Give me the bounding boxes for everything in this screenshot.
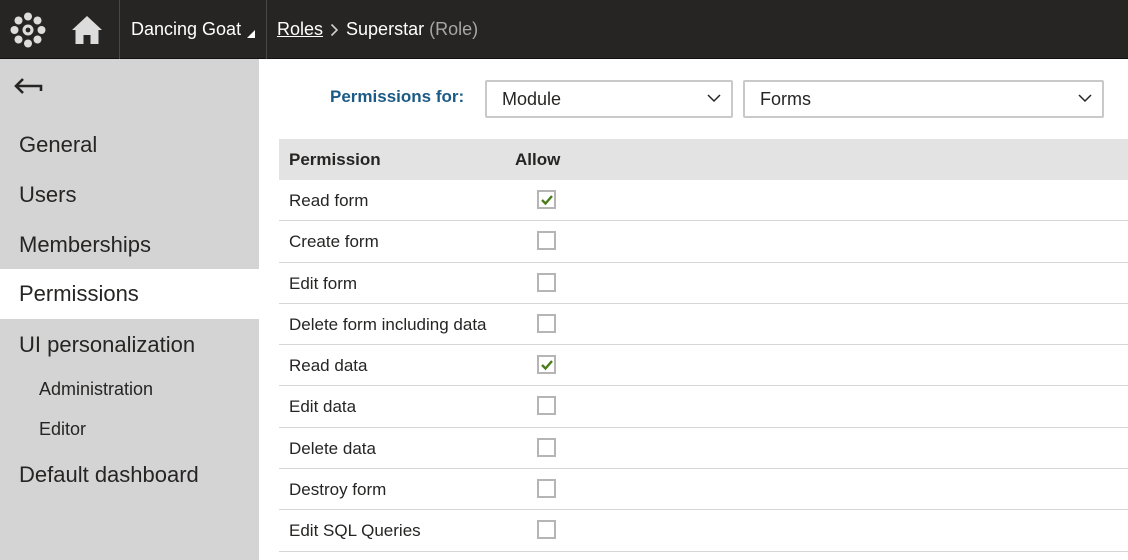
- allow-checkbox[interactable]: [537, 355, 556, 375]
- sidebar-subitem-label: Editor: [39, 418, 87, 439]
- permission-name: Create form: [289, 232, 379, 252]
- allow-checkbox[interactable]: [537, 396, 556, 416]
- sidebar-item-label: Memberships: [19, 232, 152, 257]
- table-row: Edit form: [279, 263, 1128, 304]
- permission-name: Edit SQL Queries: [289, 521, 421, 541]
- home-icon: [72, 15, 102, 44]
- back-button[interactable]: [14, 77, 46, 99]
- table-row: Read data: [279, 345, 1128, 387]
- permissions-for-label: Permissions for:: [330, 87, 465, 106]
- sidebar-item-permissions[interactable]: Permissions: [0, 269, 259, 319]
- chevron-down-icon: [707, 94, 721, 103]
- table-row: Delete form including data: [279, 304, 1128, 346]
- chevron-right-icon: [330, 23, 339, 37]
- permission-name: Read data: [289, 356, 368, 376]
- breadcrumb: Roles Superstar (Role): [277, 0, 478, 59]
- sidebar-item-memberships[interactable]: Memberships: [0, 220, 259, 270]
- column-header-permission: Permission: [289, 149, 381, 169]
- permission-name: Edit data: [289, 397, 357, 417]
- sidebar-item-label: Users: [19, 182, 77, 207]
- sidebar-item-general[interactable]: General: [0, 120, 259, 170]
- column-header-allow: Allow: [515, 149, 561, 169]
- allow-checkbox[interactable]: [537, 190, 556, 209]
- allow-checkbox[interactable]: [537, 231, 556, 251]
- caret-down-icon: [247, 29, 256, 38]
- sidebar-item-label: General: [19, 132, 98, 157]
- site-name: Dancing Goat: [131, 19, 242, 39]
- chevron-down-icon: [1078, 94, 1092, 103]
- table-row: Destroy form: [279, 469, 1128, 511]
- permission-name: Edit form: [289, 273, 358, 293]
- table-header: Permission Allow: [279, 139, 1128, 180]
- table-row: Delete data: [279, 428, 1128, 470]
- module-value: Forms: [760, 88, 811, 109]
- table-row: Edit SQL Queries: [279, 510, 1128, 552]
- allow-checkbox[interactable]: [537, 313, 556, 333]
- table-body: Read form Create form Edit form Delete form…: [279, 180, 1128, 552]
- sidebar-item-users[interactable]: Users: [0, 170, 259, 220]
- permission-name: Delete data: [289, 438, 376, 458]
- allow-checkbox[interactable]: [537, 437, 556, 457]
- permission-name: Destroy form: [289, 480, 387, 500]
- kentico-gear-icon: [10, 12, 45, 47]
- sidebar-subitem-editor[interactable]: Editor: [0, 409, 259, 449]
- allow-checkbox[interactable]: [537, 272, 556, 292]
- sidebar: General Users Memberships Permissions UI…: [0, 59, 259, 560]
- allow-checkbox[interactable]: [537, 520, 556, 540]
- home-button[interactable]: [55, 0, 119, 59]
- permissions-table: Permission Allow Read form Create form Edi…: [279, 139, 1128, 552]
- sidebar-subitem-administration[interactable]: Administration: [0, 369, 259, 409]
- permission-name: Delete form including data: [289, 314, 487, 334]
- breadcrumb-type: (Role): [429, 19, 479, 39]
- sidebar-item-default-dashboard[interactable]: Default dashboard: [0, 450, 259, 500]
- top-bar: Dancing Goat Roles Superstar (Role): [0, 0, 1128, 59]
- site-selector[interactable]: Dancing Goat: [119, 0, 267, 59]
- back-arrow-icon: [14, 78, 43, 94]
- module-select[interactable]: Forms: [743, 80, 1104, 118]
- sidebar-item-ui-personalization[interactable]: UI personalization: [0, 320, 259, 370]
- permission-type-value: Module: [502, 88, 562, 109]
- table-row: Edit data: [279, 386, 1128, 428]
- sidebar-item-label: UI personalization: [19, 332, 196, 357]
- sidebar-subitem-label: Administration: [39, 378, 154, 399]
- permission-name: Read form: [289, 191, 369, 210]
- breadcrumb-roles-link[interactable]: Roles: [277, 19, 323, 40]
- table-row: Create form: [279, 221, 1128, 263]
- breadcrumb-current: Superstar: [346, 19, 425, 39]
- sidebar-item-label: Default dashboard: [19, 462, 199, 487]
- app-logo[interactable]: [0, 0, 55, 59]
- permission-type-select[interactable]: Module: [485, 80, 733, 118]
- checkmark-icon: [541, 360, 553, 371]
- allow-checkbox[interactable]: [537, 479, 556, 499]
- sidebar-item-label: Permissions: [19, 281, 139, 306]
- checkmark-icon: [541, 195, 553, 206]
- table-row: Read form: [279, 180, 1128, 222]
